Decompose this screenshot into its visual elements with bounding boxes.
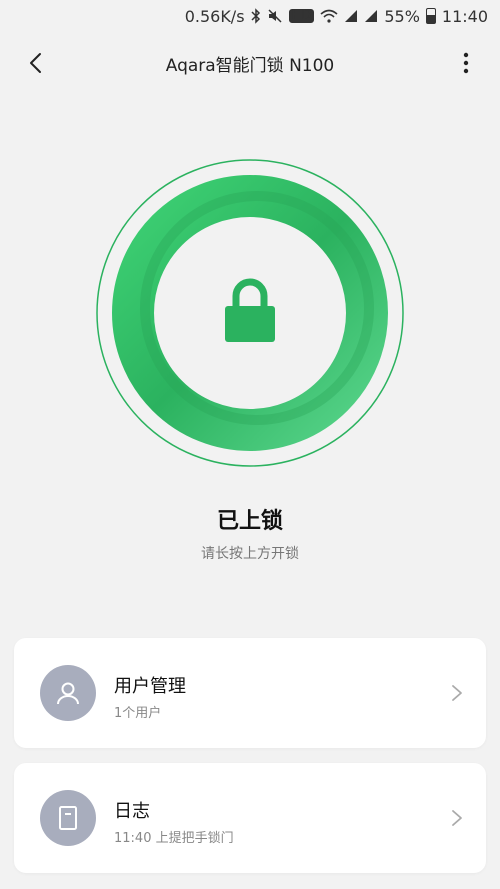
page-title: Aqara智能门锁 N100	[165, 55, 335, 76]
user-avatar	[40, 665, 96, 721]
chevron-right-icon	[452, 810, 462, 826]
signal-icon	[364, 9, 378, 23]
status-bar: 0.56K/s HD 55% 11:40	[0, 0, 500, 32]
signal-icon	[344, 9, 358, 23]
bluetooth-icon	[251, 8, 261, 24]
lock-button[interactable]	[95, 158, 405, 468]
screen: 0.56K/s HD 55% 11:40 Aqara智能门锁 N100 已上锁 …	[0, 0, 500, 889]
lock-status: 已上锁	[216, 509, 283, 534]
hd-icon: HD	[288, 9, 315, 23]
chevron-right-icon	[452, 685, 462, 701]
mute-icon	[267, 8, 283, 24]
log-avatar	[40, 790, 96, 846]
card-title: 用户管理	[114, 676, 186, 697]
wifi-icon	[320, 9, 338, 23]
battery-icon	[425, 8, 436, 24]
card-subtitle: 11:40 上提把手锁门	[114, 831, 234, 846]
chevron-left-icon	[30, 53, 41, 73]
user-management-card[interactable]: 用户管理 1个用户	[14, 638, 486, 748]
network-speed: 0.56K/s	[184, 6, 245, 26]
more-vertical-icon	[463, 52, 469, 74]
log-card[interactable]: 日志 11:40 上提把手锁门	[14, 763, 486, 873]
lock-ring	[96, 159, 404, 467]
lock-hint: 请长按上方开锁	[201, 546, 299, 562]
battery-percent: 55%	[384, 6, 420, 26]
card-subtitle: 1个用户	[114, 706, 162, 721]
back-button[interactable]	[22, 50, 48, 76]
more-button[interactable]	[456, 50, 476, 76]
card-title: 日志	[114, 801, 150, 822]
clock: 11:40	[441, 6, 488, 26]
user-icon	[57, 682, 79, 705]
log-icon	[59, 806, 77, 830]
nav-bar: Aqara智能门锁 N100	[0, 40, 500, 86]
